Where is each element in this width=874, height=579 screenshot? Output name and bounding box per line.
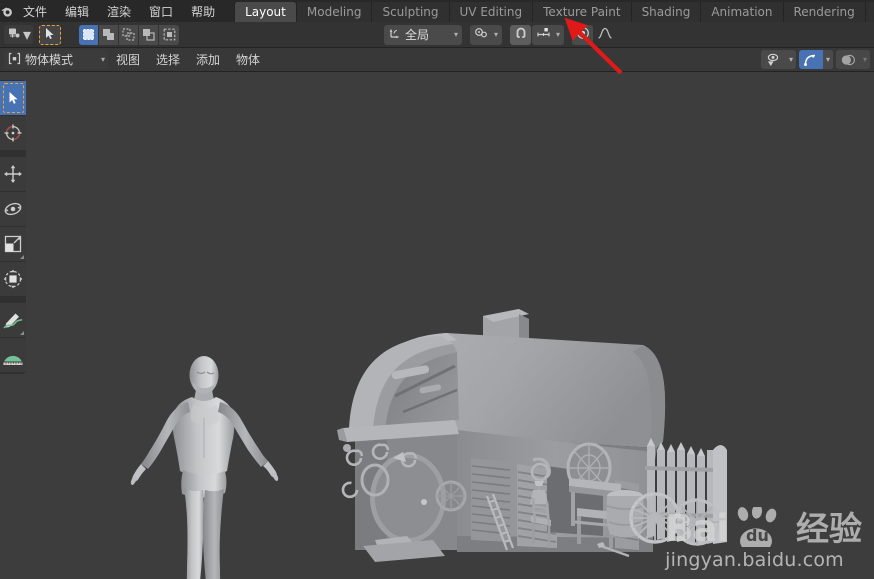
vp-menu-select[interactable]: 选择 <box>148 48 188 72</box>
tool-cursor[interactable] <box>0 116 26 151</box>
select-mode-intersect[interactable] <box>159 24 180 45</box>
snap-caret-icon: ▾ <box>556 30 561 39</box>
overlays-icon <box>836 50 860 69</box>
tab-layout[interactable]: Layout <box>234 2 296 22</box>
baidu-watermark: Bai du 经验 jingyan.baidu.com <box>665 507 862 571</box>
watermark-url: jingyan.baidu.com <box>665 549 844 571</box>
proportional-editing-toggle[interactable] <box>572 24 594 45</box>
blender-logo-icon[interactable] <box>0 0 14 22</box>
select-mode-subtract[interactable] <box>119 24 140 45</box>
transform-orientation-dropdown[interactable]: 全局 ▾ <box>384 24 463 45</box>
proportional-editing-controls <box>572 24 615 45</box>
watermark-chinese: 经验 <box>796 509 862 548</box>
watermark-brand-suffix: du <box>746 526 769 545</box>
menu-render[interactable]: 渲染 <box>98 0 140 22</box>
falloff-curve-icon <box>597 25 613 44</box>
magnet-icon <box>514 25 528 44</box>
falloff-curve-dropdown[interactable] <box>594 25 615 45</box>
human-mannequin-model[interactable] <box>130 352 310 579</box>
snap-controls: ▾ <box>510 24 565 45</box>
tool-select-box[interactable] <box>0 81 26 116</box>
tool-move[interactable] <box>0 157 26 192</box>
tool-annotate[interactable] <box>0 303 26 338</box>
workspace-tabs: Layout Modeling Sculpting UV Editing Tex… <box>234 0 874 22</box>
select-mode-extend[interactable] <box>99 24 120 45</box>
select-mode-group <box>79 24 180 45</box>
active-tool-indicator[interactable] <box>39 24 62 45</box>
tab-uv-editing[interactable]: UV Editing <box>448 2 533 22</box>
orientation-icon <box>388 26 402 43</box>
visibility-dropdown[interactable]: ▾ <box>760 50 796 69</box>
editor-type-icon <box>7 25 21 44</box>
snap-target-dropdown[interactable]: ▾ <box>532 24 565 45</box>
menu-edit[interactable]: 编辑 <box>56 0 98 22</box>
top-bar: 文件 编辑 渲染 窗口 帮助 Layout Modeling Sculpting… <box>0 0 874 22</box>
tab-compositing[interactable]: Compositin <box>864 2 874 22</box>
watermark-brand: Bai <box>665 507 729 550</box>
tool-scale[interactable] <box>0 227 26 262</box>
editor-type-caret-icon: ▾ <box>23 25 32 44</box>
tab-sculpting[interactable]: Sculpting <box>371 2 449 22</box>
eye-cursor-icon <box>761 50 786 69</box>
main-menu-bar: 文件 编辑 渲染 窗口 帮助 <box>14 0 224 22</box>
editor-type-dropdown[interactable]: ▾ <box>4 25 34 44</box>
vp-menu-add[interactable]: 添加 <box>188 48 228 72</box>
viewport-header-right: ▾ ▾ ▾ <box>760 50 870 69</box>
select-mode-set[interactable] <box>79 24 100 45</box>
select-mode-invert[interactable] <box>139 24 160 45</box>
menu-file[interactable]: 文件 <box>14 0 56 22</box>
overlays-caret-icon[interactable]: ▾ <box>860 50 870 69</box>
gizmo-icon <box>799 50 823 69</box>
tool-transform[interactable] <box>0 262 26 297</box>
interaction-mode-label: 物体模式 <box>25 53 74 67</box>
tab-shading[interactable]: Shading <box>630 2 701 22</box>
interaction-mode-dropdown[interactable]: 物体模式 ▾ <box>4 50 108 69</box>
vp-menu-object[interactable]: 物体 <box>228 48 268 72</box>
mode-caret-icon: ▾ <box>100 55 105 64</box>
blender-window: 文件 编辑 渲染 窗口 帮助 Layout Modeling Sculpting… <box>0 0 874 579</box>
snap-increment-icon <box>536 26 551 43</box>
tool-settings-bar: ▾ 全局 ▾ ▾ ▾ <box>0 22 874 48</box>
viewport-3d[interactable]: Bai du 经验 jingyan.baidu.com <box>0 72 874 579</box>
vp-menu-view[interactable]: 视图 <box>108 48 148 72</box>
transform-orientation-label: 全局 <box>405 28 430 42</box>
tool-rotate[interactable] <box>0 192 26 227</box>
visibility-caret-icon[interactable]: ▾ <box>786 50 796 69</box>
pivot-caret-icon: ▾ <box>494 30 499 39</box>
tool-measure[interactable] <box>0 338 26 373</box>
tab-animation[interactable]: Animation <box>700 2 783 22</box>
menu-window[interactable]: 窗口 <box>140 0 182 22</box>
proportional-editing-icon <box>576 25 590 44</box>
tab-rendering[interactable]: Rendering <box>782 2 865 22</box>
overlays-toggle[interactable]: ▾ <box>835 50 870 69</box>
tab-modeling[interactable]: Modeling <box>295 2 372 22</box>
gizmo-caret-icon[interactable]: ▾ <box>822 50 833 69</box>
orientation-caret-icon: ▾ <box>454 30 459 39</box>
pivot-point-icon <box>474 26 489 43</box>
snap-toggle[interactable] <box>510 24 532 45</box>
viewport-header: 物体模式 ▾ 视图 选择 添加 物体 ▾ ▾ ▾ <box>0 48 874 72</box>
viewport-toolbar <box>0 80 26 374</box>
select-box-tool-icon <box>44 25 56 44</box>
gizmo-toggle[interactable]: ▾ <box>798 50 833 69</box>
pivot-point-dropdown[interactable]: ▾ <box>470 24 503 45</box>
object-mode-icon <box>8 52 21 68</box>
tab-texture-paint[interactable]: Texture Paint <box>532 2 631 22</box>
baidu-paw-icon: du <box>730 507 792 548</box>
menu-help[interactable]: 帮助 <box>182 0 224 22</box>
